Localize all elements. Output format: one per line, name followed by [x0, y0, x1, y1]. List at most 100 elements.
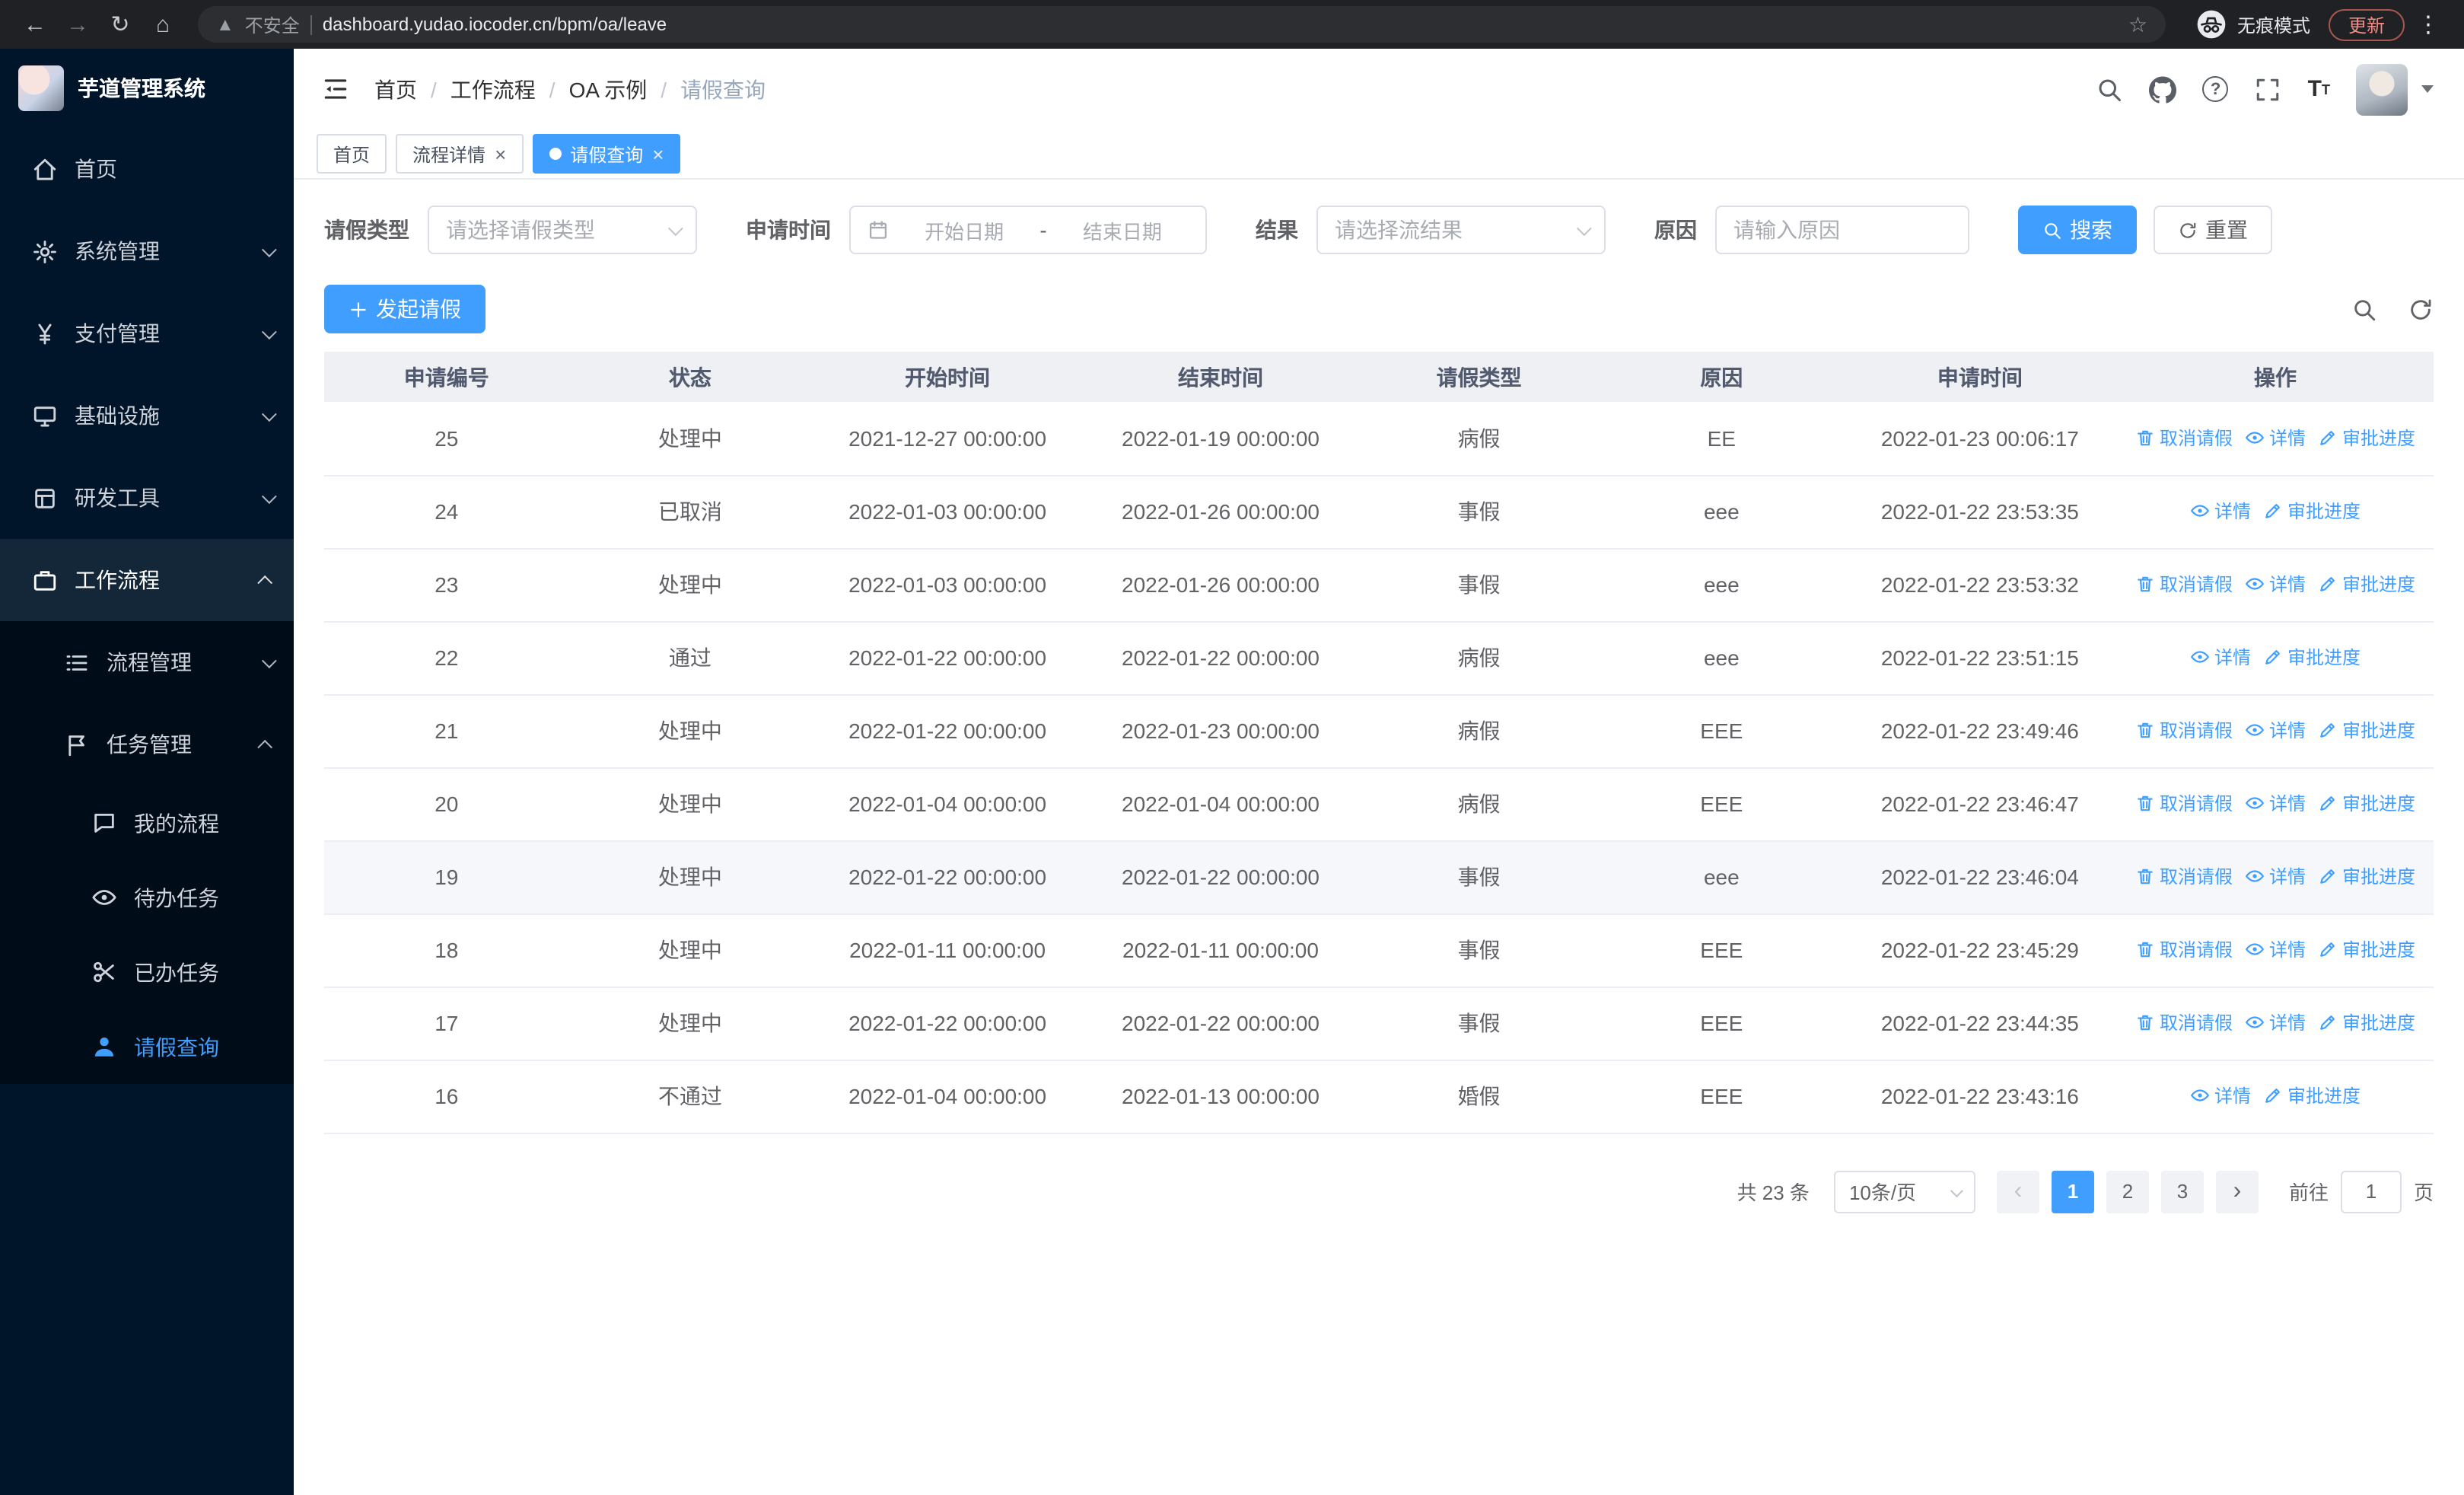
edit-icon	[2318, 720, 2338, 740]
action-progress-link[interactable]: 审批进度	[2318, 936, 2415, 962]
page-button-3[interactable]: 3	[2160, 1170, 2204, 1213]
breadcrumb-item[interactable]: OA 示例	[569, 74, 648, 104]
action-cancel-link[interactable]: 取消请假	[2135, 571, 2233, 597]
update-button[interactable]: 更新	[2328, 8, 2405, 40]
reload-icon[interactable]: ↻	[100, 5, 140, 44]
page-button-2[interactable]: 2	[2106, 1170, 2149, 1213]
end-date-placeholder[interactable]: 结束日期	[1056, 215, 1189, 244]
cell-end-time: 2022-01-04 00:00:00	[1083, 767, 1358, 841]
url-text[interactable]: dashboard.yudao.iocoder.cn/bpm/oa/leave	[323, 14, 2118, 35]
sidebar-item-task-mgmt[interactable]: 任务管理	[0, 703, 294, 786]
sidebar-item-workflow[interactable]: 工作流程	[0, 539, 294, 621]
chevron-down-icon	[261, 488, 277, 504]
font-size-icon[interactable]: TT	[2308, 78, 2330, 100]
cell-status: 处理中	[568, 694, 812, 768]
sidebar-item-infrastructure[interactable]: 基础设施	[0, 375, 294, 457]
collapse-menu-icon[interactable]	[321, 75, 350, 104]
user-avatar[interactable]	[2356, 63, 2408, 115]
logo[interactable]: 芋道管理系统	[0, 49, 294, 128]
breadcrumb-item[interactable]: 首页	[374, 74, 417, 104]
action-progress-link[interactable]: 审批进度	[2318, 790, 2415, 816]
sidebar-item-label: 工作流程	[75, 568, 160, 592]
action-progress-link[interactable]: 审批进度	[2263, 1082, 2361, 1108]
action-cancel-link[interactable]: 取消请假	[2135, 425, 2233, 451]
action-detail-link[interactable]: 详情	[2245, 571, 2306, 597]
action-detail-link[interactable]: 详情	[2245, 936, 2306, 962]
sidebar-item-done-tasks[interactable]: 已办任务	[0, 935, 294, 1009]
action-progress-link[interactable]: 审批进度	[2318, 425, 2415, 451]
calendar-icon	[867, 219, 889, 241]
action-progress-link[interactable]: 审批进度	[2318, 571, 2415, 597]
action-cancel-link[interactable]: 取消请假	[2135, 863, 2233, 889]
action-label: 详情	[2269, 720, 2306, 741]
sidebar-item-home[interactable]: 首页	[0, 128, 294, 210]
prev-page-button[interactable]: ‹	[1996, 1170, 2039, 1213]
action-cancel-link[interactable]: 取消请假	[2135, 790, 2233, 816]
forward-icon[interactable]: →	[58, 5, 97, 44]
sidebar-item-my-process[interactable]: 我的流程	[0, 786, 294, 860]
logo-title: 芋道管理系统	[78, 76, 205, 100]
tab-leave-query[interactable]: 请假查询 ×	[532, 134, 681, 174]
browser-menu-icon[interactable]: ⋮	[2408, 11, 2449, 38]
question-icon[interactable]: ?	[2202, 76, 2229, 102]
page-size-select[interactable]: 10条/页	[1833, 1170, 1975, 1213]
sidebar-item-payment[interactable]: 支付管理	[0, 292, 294, 375]
cell-end-time: 2022-01-19 00:00:00	[1083, 402, 1358, 476]
action-detail-link[interactable]: 详情	[2190, 644, 2251, 670]
address-bar[interactable]: ▲ 不安全 dashboard.yudao.iocoder.cn/bpm/oa/…	[198, 6, 2166, 43]
table-search-icon[interactable]	[2351, 296, 2377, 322]
action-detail-link[interactable]: 详情	[2245, 1009, 2306, 1035]
action-cancel-link[interactable]: 取消请假	[2135, 717, 2233, 743]
sidebar-item-todo-tasks[interactable]: 待办任务	[0, 860, 294, 935]
action-progress-link[interactable]: 审批进度	[2318, 1009, 2415, 1035]
goto-page-input[interactable]	[2340, 1170, 2402, 1213]
bookmark-star-icon[interactable]: ☆	[2128, 11, 2147, 37]
fullscreen-icon[interactable]	[2255, 75, 2282, 103]
action-cancel-link[interactable]: 取消请假	[2135, 1009, 2233, 1035]
action-progress-link[interactable]: 审批进度	[2263, 498, 2361, 524]
cell-leave-type: 事假	[1358, 913, 1600, 987]
action-detail-link[interactable]: 详情	[2245, 717, 2306, 743]
action-detail-link[interactable]: 详情	[2245, 863, 2306, 889]
browser-home-icon[interactable]: ⌂	[143, 5, 183, 44]
action-label: 审批进度	[2342, 574, 2416, 595]
sidebar-item-system[interactable]: 系统管理	[0, 210, 294, 292]
search-button[interactable]: 搜索	[2018, 206, 2137, 254]
tab-home[interactable]: 首页	[317, 134, 387, 174]
result-select[interactable]: 请选择流结果	[1316, 206, 1606, 254]
edit-icon	[2263, 501, 2283, 521]
security-warning[interactable]: 不安全	[245, 11, 300, 37]
action-detail-link[interactable]: 详情	[2245, 425, 2306, 451]
back-icon[interactable]: ←	[15, 5, 55, 44]
action-label: 详情	[2214, 1085, 2251, 1107]
next-page-button[interactable]: ›	[2215, 1170, 2259, 1213]
tab-process-detail[interactable]: 流程详情 ×	[396, 134, 524, 174]
action-progress-link[interactable]: 审批进度	[2263, 644, 2361, 670]
action-detail-link[interactable]: 详情	[2190, 1082, 2251, 1108]
edit-icon	[2263, 647, 2283, 667]
apply-time-range-picker[interactable]: 开始日期 - 结束日期	[849, 206, 1207, 254]
sidebar-item-leave-query[interactable]: 请假查询	[0, 1009, 294, 1084]
sidebar-item-process-mgmt[interactable]: 流程管理	[0, 621, 294, 703]
start-date-placeholder[interactable]: 开始日期	[898, 215, 1030, 244]
leave-type-select[interactable]: 请选择请假类型	[428, 206, 697, 254]
action-progress-link[interactable]: 审批进度	[2318, 863, 2415, 889]
action-progress-link[interactable]: 审批进度	[2318, 717, 2415, 743]
action-detail-link[interactable]: 详情	[2190, 498, 2251, 524]
close-icon[interactable]: ×	[495, 144, 506, 164]
reason-input[interactable]	[1733, 218, 1951, 242]
table-refresh-icon[interactable]	[2408, 296, 2434, 322]
action-label: 审批进度	[2287, 501, 2361, 522]
edit-icon	[2318, 574, 2338, 594]
create-leave-button[interactable]: 发起请假	[324, 285, 485, 333]
reset-button[interactable]: 重置	[2154, 206, 2272, 254]
search-icon[interactable]	[2096, 75, 2124, 103]
action-cancel-link[interactable]: 取消请假	[2135, 936, 2233, 962]
github-icon[interactable]	[2149, 75, 2177, 103]
chevron-down-icon[interactable]	[2421, 85, 2434, 93]
close-icon[interactable]: ×	[652, 144, 664, 164]
breadcrumb-item[interactable]: 工作流程	[450, 74, 536, 104]
page-button-1[interactable]: 1	[2051, 1170, 2094, 1213]
action-detail-link[interactable]: 详情	[2245, 790, 2306, 816]
sidebar-item-devtools[interactable]: 研发工具	[0, 457, 294, 539]
